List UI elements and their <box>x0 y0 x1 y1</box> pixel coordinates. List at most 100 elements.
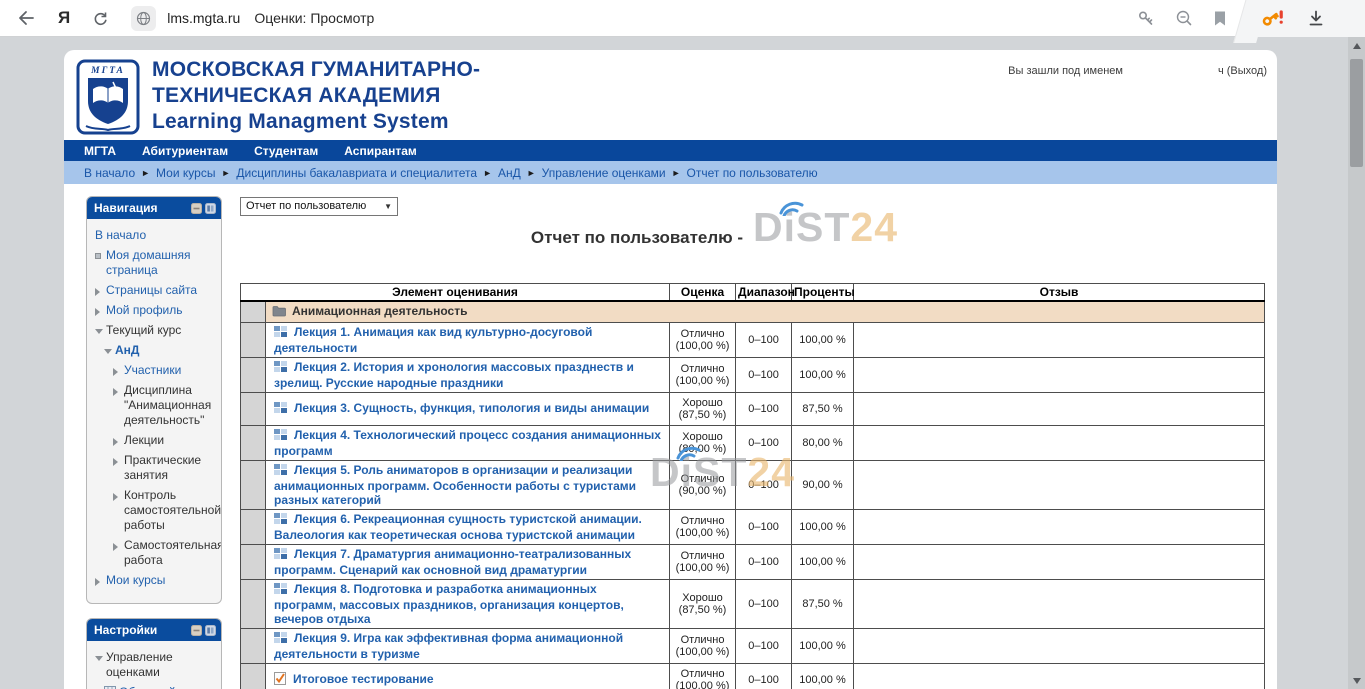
range-cell: 0–100 <box>736 425 792 460</box>
expand-tree-icon[interactable] <box>95 576 106 586</box>
grade-item-link[interactable]: Лекция 2. История и хронология массовых … <box>274 360 634 390</box>
collapse-block-icon[interactable] <box>191 203 202 214</box>
lesson-icon <box>274 548 287 563</box>
breadcrumb-link[interactable]: Управление оценками <box>542 166 666 180</box>
zoom-out-search-icon[interactable] <box>1175 9 1193 27</box>
feedback-cell <box>854 392 1265 425</box>
grade-cell: Отлично(90,00 %) <box>670 460 736 509</box>
indent-cell <box>241 544 266 579</box>
navigation-item: Мой профиль <box>95 303 217 318</box>
back-icon[interactable] <box>16 9 36 27</box>
expand-tree-icon[interactable] <box>113 491 124 501</box>
navigation-label[interactable]: Мой профиль <box>106 303 183 318</box>
scroll-up-button[interactable] <box>1348 37 1365 54</box>
logout-link[interactable]: ч (Выход) <box>1218 65 1267 77</box>
grade-item-link[interactable]: Лекция 7. Драматургия анимационно-театра… <box>274 547 631 577</box>
report-type-select[interactable]: Отчет по пользователю ▼ <box>240 197 398 216</box>
breadcrumb-link[interactable]: Отчет по пользователю <box>687 166 818 180</box>
navigation-label: Лекции <box>124 433 164 448</box>
breadcrumb-separator-icon: ► <box>527 168 536 178</box>
settings-block: Настройки Управление оценками Обзорный от… <box>86 618 222 689</box>
address-bar-url[interactable]: lms.mgta.ru <box>167 10 240 26</box>
collapse-tree-icon[interactable] <box>95 653 106 661</box>
grade-item-link[interactable]: Итоговое тестирование <box>293 672 434 686</box>
breadcrumb-link[interactable]: В начало <box>84 166 135 180</box>
grades-table-header-row: Элемент оценивания Оценка Диапазон Проце… <box>241 283 1265 301</box>
expand-tree-icon[interactable] <box>113 436 124 446</box>
expand-tree-icon[interactable] <box>113 541 124 551</box>
range-cell: 0–100 <box>736 544 792 579</box>
navigation-label: Текущий курс <box>106 323 181 338</box>
breadcrumb: В начало ► Мои курсы ► Дисциплины бакалавриа… <box>64 161 1277 184</box>
bookmark-icon[interactable] <box>1213 10 1227 27</box>
settings-label: Управление оценками <box>106 650 217 680</box>
site-globe-icon[interactable] <box>131 6 156 31</box>
column-header-element: Элемент оценивания <box>241 283 670 301</box>
indent-cell <box>241 322 266 357</box>
indent-cell <box>241 301 266 323</box>
collapse-block-icon[interactable] <box>191 625 202 636</box>
topnav-item[interactable]: Аспирантам <box>344 144 417 158</box>
topnav-item[interactable]: Абитуриентам <box>142 144 228 158</box>
expand-tree-icon[interactable] <box>113 456 124 466</box>
settings-block-header: Настройки <box>87 619 221 641</box>
password-alert-icon[interactable] <box>1261 8 1285 28</box>
topnav-item[interactable]: Студентам <box>254 144 318 158</box>
grade-row: Лекция 6. Рекреационная сущность туристс… <box>241 509 1265 544</box>
settings-label[interactable]: Обзорный отчет <box>119 685 209 689</box>
scrollbar-thumb[interactable] <box>1350 59 1363 167</box>
grade-item-link[interactable]: Лекция 9. Игра как эффективная форма ани… <box>274 631 623 661</box>
navigation-label[interactable]: Страницы сайта <box>106 283 197 298</box>
range-cell: 0–100 <box>736 460 792 509</box>
element-cell: Лекция 1. Анимация как вид культурно-дос… <box>266 322 670 357</box>
navigation-label[interactable]: Участники <box>124 363 181 378</box>
grade-cell: Хорошо(87,50 %) <box>670 579 736 628</box>
element-cell: Итоговое тестирование <box>266 663 670 689</box>
percent-cell: 100,00 % <box>792 322 854 357</box>
download-icon[interactable] <box>1307 9 1325 27</box>
expand-tree-icon[interactable] <box>95 306 106 316</box>
collapse-tree-icon[interactable] <box>95 326 106 334</box>
range-cell: 0–100 <box>736 628 792 663</box>
lesson-icon <box>274 513 287 528</box>
topnav-item[interactable]: МГТА <box>84 144 116 158</box>
percent-cell: 87,50 % <box>792 579 854 628</box>
dock-block-icon[interactable] <box>205 203 216 214</box>
navigation-label[interactable]: В начало <box>95 228 146 243</box>
navigation-block: Навигация В начало Моя домашняя страница С… <box>86 196 222 604</box>
breadcrumb-separator-icon: ► <box>483 168 492 178</box>
navigation-label[interactable]: Мои курсы <box>106 573 165 588</box>
protect-key-icon[interactable] <box>1137 9 1155 27</box>
scroll-down-button[interactable] <box>1348 672 1365 689</box>
expand-tree-icon[interactable] <box>113 386 124 396</box>
grade-item-link[interactable]: Лекция 1. Анимация как вид культурно-дос… <box>274 325 592 355</box>
page-scrollbar[interactable] <box>1348 37 1365 689</box>
yandex-logo-icon[interactable]: Я <box>58 8 70 28</box>
grade-item-link[interactable]: Лекция 8. Подготовка и разработка анимац… <box>274 582 624 626</box>
navigation-label[interactable]: АнД <box>115 343 139 358</box>
mgta-logo-icon[interactable]: МГТА <box>76 59 140 140</box>
breadcrumb-link[interactable]: Дисциплины бакалавриата и специалитета <box>236 166 477 180</box>
navigation-block-header: Навигация <box>87 197 221 219</box>
toolbar-end-zone <box>1253 0 1365 37</box>
navigation-label: Самостоятельная работа <box>124 538 222 568</box>
column-header-feedback: Отзыв <box>854 283 1265 301</box>
grade-row: Лекция 9. Игра как эффективная форма ани… <box>241 628 1265 663</box>
breadcrumb-link[interactable]: Мои курсы <box>156 166 215 180</box>
grade-item-link[interactable]: Лекция 3. Сущность, функция, типология и… <box>294 401 649 415</box>
expand-tree-icon[interactable] <box>113 366 124 376</box>
lesson-icon <box>274 464 287 479</box>
percent-cell: 90,00 % <box>792 460 854 509</box>
refresh-icon[interactable] <box>92 10 109 27</box>
collapse-tree-icon[interactable] <box>104 346 115 354</box>
expand-tree-icon[interactable] <box>95 286 106 296</box>
feedback-cell <box>854 544 1265 579</box>
grade-item-link[interactable]: Лекция 6. Рекреационная сущность туристс… <box>274 512 642 542</box>
grade-item-link[interactable]: Лекция 4. Технологический процесс создан… <box>274 428 661 458</box>
breadcrumb-link[interactable]: АнД <box>498 166 521 180</box>
navigation-label[interactable]: Моя домашняя страница <box>106 248 217 278</box>
element-cell: Лекция 3. Сущность, функция, типология и… <box>266 392 670 425</box>
grade-item-link[interactable]: Лекция 5. Роль аниматоров в организации … <box>274 463 636 507</box>
feedback-cell <box>854 509 1265 544</box>
dock-block-icon[interactable] <box>205 625 216 636</box>
